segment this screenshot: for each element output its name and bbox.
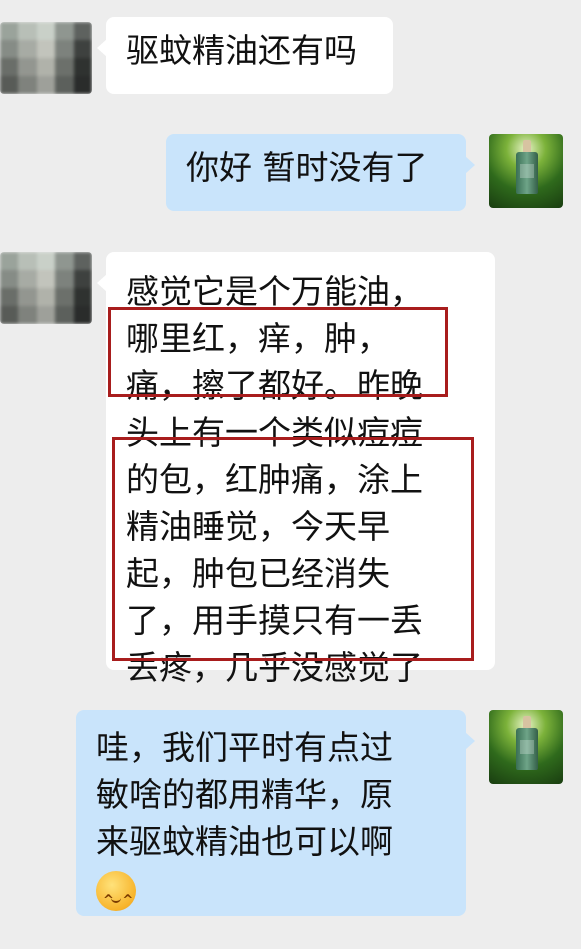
highlight-box [108, 307, 448, 397]
self-avatar[interactable] [489, 710, 563, 784]
contact-avatar[interactable] [0, 22, 92, 94]
highlight-box [112, 437, 474, 661]
oil-bottle-icon [516, 140, 538, 194]
message-text-line: 敏啥的都用精华，原 [96, 775, 393, 814]
message-text-line: 哇，我们平时有点过 [96, 728, 393, 767]
contact-avatar[interactable] [0, 252, 92, 324]
oil-bottle-icon [516, 716, 538, 770]
message-bubble-outgoing[interactable]: 你好 暂时没有了 [166, 134, 475, 211]
message-text: 驱蚊精油还有吗 [126, 31, 357, 70]
smiling-face-emoji [96, 870, 136, 925]
message-text-line: 来驱蚊精油也可以啊 [96, 822, 393, 861]
message-text: 你好 暂时没有了 [186, 148, 428, 187]
message-bubble-outgoing[interactable]: 哇，我们平时有点过 敏啥的都用精华，原 来驱蚊精油也可以啊 [76, 710, 475, 925]
self-avatar[interactable] [489, 134, 563, 208]
message-bubble-incoming[interactable]: 驱蚊精油还有吗 [97, 17, 393, 94]
